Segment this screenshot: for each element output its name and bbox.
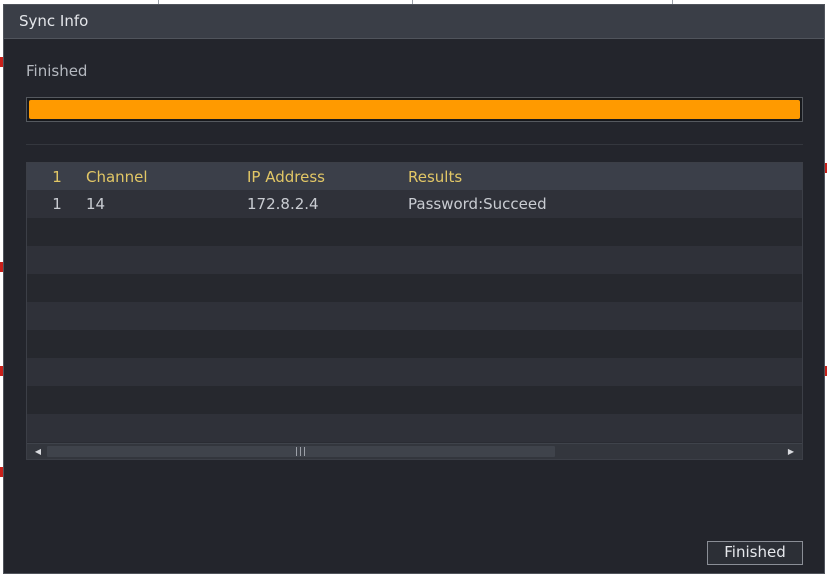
horizontal-scrollbar[interactable]: ◀ ▶ — [27, 443, 802, 459]
header-ip-address[interactable]: IP Address — [247, 168, 325, 186]
empty-row — [27, 414, 802, 442]
cell-channel: 14 — [86, 195, 106, 213]
empty-row — [27, 330, 802, 358]
sync-status-text: Finished — [26, 62, 88, 80]
scrollbar-thumb[interactable] — [47, 446, 555, 457]
empty-row — [27, 246, 802, 274]
empty-row — [27, 302, 802, 330]
empty-row — [27, 386, 802, 414]
cell-index: 1 — [52, 195, 62, 213]
header-index[interactable]: 1 — [47, 168, 67, 186]
cell-results: Password:Succeed — [408, 195, 547, 213]
title-bar: Sync Info — [4, 5, 824, 39]
table-header: 1 Channel IP Address Results — [27, 163, 802, 190]
progress-bar-fill — [29, 100, 800, 119]
progress-bar — [26, 97, 803, 122]
results-table: 1 Channel IP Address Results 1 14 172.8.… — [26, 162, 803, 460]
scroll-right-icon[interactable]: ▶ — [783, 444, 799, 459]
grip-icon — [296, 447, 308, 456]
empty-row — [27, 218, 802, 246]
sync-info-dialog: Sync Info Finished 1 Channel IP Address … — [3, 4, 825, 574]
empty-row — [27, 358, 802, 386]
divider — [26, 144, 803, 145]
scroll-left-icon[interactable]: ◀ — [30, 444, 46, 459]
header-channel[interactable]: Channel — [86, 168, 148, 186]
table-row[interactable]: 1 14 172.8.2.4 Password:Succeed — [27, 190, 802, 218]
empty-row — [27, 274, 802, 302]
dialog-title: Sync Info — [19, 12, 89, 30]
finished-button[interactable]: Finished — [707, 541, 803, 565]
header-results[interactable]: Results — [408, 168, 462, 186]
cell-ip-address: 172.8.2.4 — [247, 195, 319, 213]
